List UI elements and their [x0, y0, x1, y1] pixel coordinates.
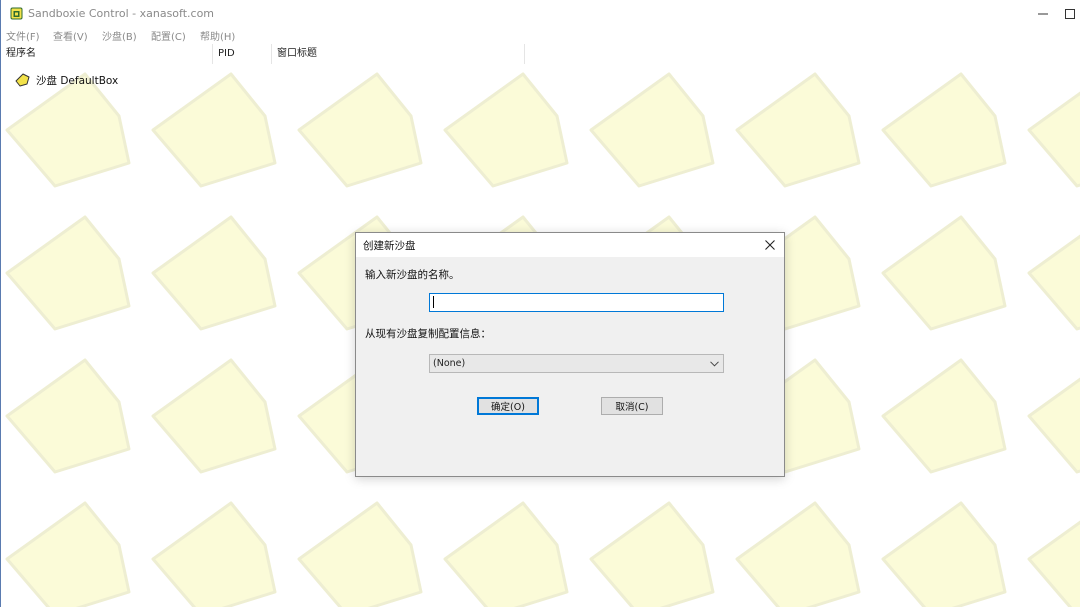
minimize-icon: [1037, 13, 1048, 14]
sandbox-icon: [15, 73, 30, 87]
column-program-name[interactable]: 程序名: [1, 44, 213, 64]
cancel-button[interactable]: 取消(C): [601, 397, 663, 415]
menu-sandbox[interactable]: 沙盘(B): [102, 28, 137, 43]
create-sandbox-dialog: 创建新沙盘 输入新沙盘的名称。 从现有沙盘复制配置信息： (None) 确定(O…: [355, 232, 785, 477]
name-prompt-label: 输入新沙盘的名称。: [365, 269, 460, 281]
window-title: Sandboxie Control - xanasoft.com: [28, 7, 215, 20]
sandbox-name-input[interactable]: [429, 293, 724, 312]
dialog-close-button[interactable]: [756, 233, 784, 257]
list-column-header: 程序名 PID 窗口标题: [1, 44, 1080, 64]
menu-file[interactable]: 文件(F): [6, 28, 40, 43]
close-icon: [765, 240, 775, 250]
copy-prompt-label: 从现有沙盘复制配置信息：: [365, 328, 491, 340]
maximize-icon: [1065, 8, 1075, 19]
sandboxie-app-icon: [10, 7, 23, 20]
chevron-down-icon: [708, 357, 720, 370]
dialog-title: 创建新沙盘: [363, 240, 416, 252]
ok-button[interactable]: 确定(O): [477, 397, 539, 415]
maximize-button[interactable]: [1065, 0, 1080, 27]
tree-item-defaultbox[interactable]: 沙盘 DefaultBox: [15, 72, 118, 88]
copy-from-sandbox-select[interactable]: (None): [429, 354, 724, 373]
minimize-button[interactable]: [1020, 0, 1065, 27]
tree-item-label: 沙盘 DefaultBox: [36, 74, 119, 87]
sandboxie-control-window: Sandboxie Control - xanasoft.com 文件(F) 查…: [0, 0, 1080, 607]
menu-view[interactable]: 查看(V): [53, 28, 88, 43]
menu-configure[interactable]: 配置(C): [151, 28, 186, 43]
column-window-title[interactable]: 窗口标题: [272, 44, 525, 64]
column-pid[interactable]: PID: [213, 44, 272, 64]
menu-help[interactable]: 帮助(H): [200, 28, 235, 43]
dialog-title-bar: 创建新沙盘: [356, 233, 784, 257]
text-caret: [433, 296, 434, 308]
title-bar: Sandboxie Control - xanasoft.com: [1, 0, 1080, 27]
copy-from-selected-value: (None): [433, 358, 466, 369]
menu-bar: 文件(F) 查看(V) 沙盘(B) 配置(C) 帮助(H): [1, 27, 1080, 45]
